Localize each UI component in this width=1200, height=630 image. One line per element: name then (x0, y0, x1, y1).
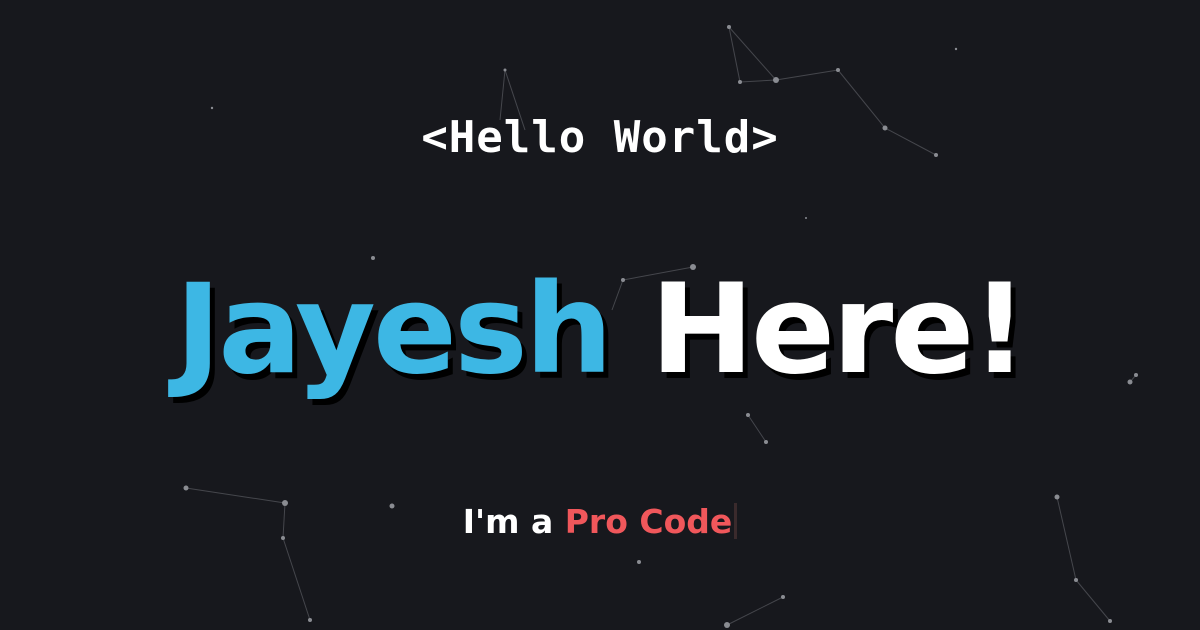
hero-tagline: I'm a Pro Code (0, 502, 1200, 541)
typing-cursor (734, 503, 738, 539)
hero-exclaim: Here! (650, 258, 1028, 402)
hero-headline: Jayesh Here! (0, 262, 1200, 398)
tagline-prefix: I'm a (462, 502, 554, 541)
hero-section: <Hello World> Jayesh Here! I'm a Pro Cod… (0, 0, 1200, 630)
hero-name: Jayesh (175, 258, 613, 402)
greeting-text: <Hello World> (421, 112, 779, 163)
tagline-role: Pro Code (564, 502, 733, 541)
